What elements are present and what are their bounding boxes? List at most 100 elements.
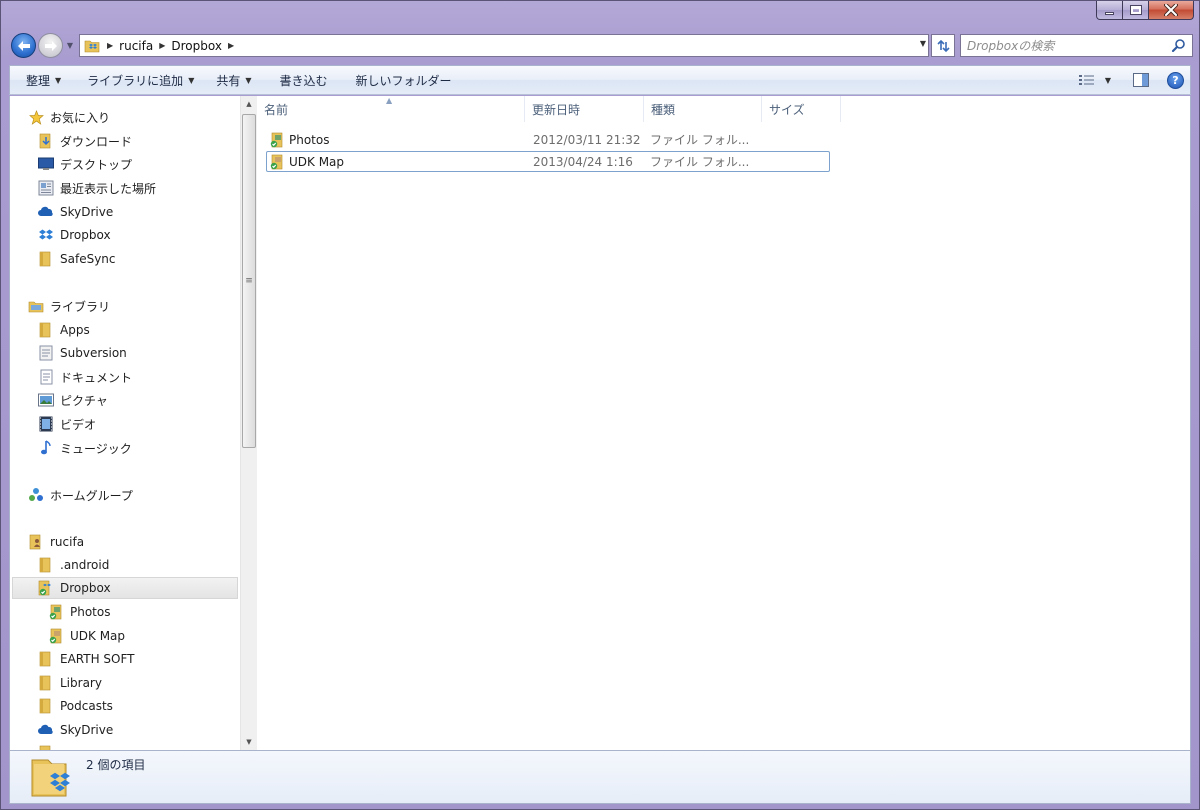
breadcrumb-dropbox[interactable]: Dropbox bbox=[171, 39, 222, 53]
nav-item-recent-places[interactable]: 最近表示した場所 bbox=[38, 177, 156, 199]
search-icon[interactable] bbox=[1170, 37, 1188, 55]
desktop-icon bbox=[38, 156, 54, 172]
downloads-folder-icon bbox=[38, 133, 54, 149]
breadcrumb-separator[interactable]: ▶ bbox=[228, 41, 234, 50]
nav-item-library[interactable]: Library bbox=[38, 672, 102, 694]
chevron-down-icon[interactable]: ▼ bbox=[1105, 76, 1111, 85]
breadcrumb-separator[interactable]: ▶ bbox=[107, 41, 113, 50]
scroll-down-arrow-icon[interactable]: ▼ bbox=[241, 734, 257, 750]
nav-item-skydrive[interactable]: SkyDrive bbox=[38, 201, 113, 223]
nav-label: Dropbox bbox=[60, 581, 111, 595]
close-icon bbox=[1164, 4, 1178, 16]
column-label: 更新日時 bbox=[532, 102, 581, 117]
nav-item-partial[interactable] bbox=[38, 742, 60, 750]
refresh-button[interactable] bbox=[931, 34, 955, 57]
nav-label: Apps bbox=[60, 323, 90, 337]
nav-item-photos[interactable]: Photos bbox=[48, 601, 110, 623]
file-row-focused[interactable]: UDK Map 2013/04/24 1:16 ファイル フォル... bbox=[266, 151, 830, 172]
maximize-button[interactable] bbox=[1123, 1, 1149, 20]
videos-icon bbox=[38, 416, 54, 432]
nav-item-udk-map[interactable]: UDK Map bbox=[48, 625, 125, 647]
nav-item-downloads[interactable]: ダウンロード bbox=[38, 130, 132, 152]
minimize-button[interactable] bbox=[1096, 1, 1123, 20]
file-list: ▲ 名前 更新日時 種類 サイズ Photos 2012/03/11 21:32… bbox=[258, 96, 1190, 750]
nav-libraries-header[interactable]: ライブラリ bbox=[28, 295, 110, 317]
back-arrow-icon bbox=[17, 40, 30, 51]
nav-label: ホームグループ bbox=[50, 488, 133, 503]
address-bar[interactable]: ▶ rucifa ▶ Dropbox ▶ ▼ bbox=[79, 34, 929, 57]
nav-item-pictures[interactable]: ピクチャ bbox=[38, 389, 108, 411]
command-bar: 整理 ▼ ライブラリに追加 ▼ 共有 ▼ 書き込む 新しいフォルダー ▼ ? bbox=[9, 65, 1191, 95]
preview-pane-button[interactable] bbox=[1133, 73, 1149, 87]
navigation-pane-scrollbar[interactable]: ▲ ≡ ▼ bbox=[240, 96, 257, 750]
synced-folder-icon bbox=[269, 132, 285, 148]
column-header-date[interactable]: 更新日時 bbox=[526, 96, 644, 122]
file-type: ファイル フォル... bbox=[650, 155, 750, 169]
file-date: 2013/04/24 1:16 bbox=[533, 154, 633, 169]
column-header-size[interactable]: サイズ bbox=[763, 96, 841, 122]
star-icon bbox=[28, 109, 44, 125]
nav-item-subversion[interactable]: Subversion bbox=[38, 342, 127, 364]
column-header-name[interactable]: 名前 bbox=[258, 96, 525, 122]
nav-label: デスクトップ bbox=[60, 157, 133, 172]
new-folder-label: 新しいフォルダー bbox=[355, 73, 452, 88]
forward-button[interactable] bbox=[38, 33, 63, 58]
nav-item-apps[interactable]: Apps bbox=[38, 319, 90, 341]
nav-user-header[interactable]: rucifa bbox=[28, 531, 84, 553]
user-folder-icon bbox=[28, 534, 44, 550]
address-dropdown-icon[interactable]: ▼ bbox=[920, 39, 926, 48]
new-folder-button[interactable]: 新しいフォルダー bbox=[346, 66, 462, 94]
change-view-button[interactable]: ▼ bbox=[1078, 74, 1111, 86]
add-to-library-menu[interactable]: ライブラリに追加 ▼ bbox=[77, 66, 204, 94]
explorer-window: ▼ ▶ rucifa ▶ Dropbox ▶ ▼ Dropboxの検索 整理 ▼… bbox=[0, 0, 1200, 810]
column-label: 名前 bbox=[264, 102, 289, 117]
help-icon[interactable]: ? bbox=[1167, 71, 1184, 89]
dropbox-icon bbox=[38, 227, 54, 243]
refresh-icon bbox=[937, 39, 950, 52]
column-header-type[interactable]: 種類 bbox=[645, 96, 762, 122]
organize-menu[interactable]: 整理 ▼ bbox=[16, 66, 71, 94]
nav-label: ダウンロード bbox=[60, 134, 133, 149]
nav-item-safesync[interactable]: SafeSync bbox=[38, 248, 116, 270]
chevron-down-icon: ▼ bbox=[55, 75, 62, 85]
file-date: 2012/03/11 21:32 bbox=[533, 132, 641, 147]
synced-folder-icon bbox=[269, 154, 285, 170]
recent-places-icon bbox=[38, 180, 54, 196]
nav-item-videos[interactable]: ビデオ bbox=[38, 413, 96, 435]
scroll-up-arrow-icon[interactable]: ▲ bbox=[241, 96, 257, 112]
recent-pages-button[interactable]: ▼ bbox=[65, 40, 75, 50]
nav-item-dropbox[interactable]: Dropbox bbox=[38, 224, 111, 246]
synced-folder-icon bbox=[48, 628, 64, 644]
nav-label: Photos bbox=[70, 605, 111, 619]
chevron-down-icon: ▼ bbox=[188, 75, 195, 85]
nav-item-desktop[interactable]: デスクトップ bbox=[38, 153, 132, 175]
nav-item-android[interactable]: .android bbox=[38, 554, 109, 576]
nav-label: ミュージック bbox=[60, 441, 132, 456]
breadcrumb-separator[interactable]: ▶ bbox=[159, 41, 165, 50]
folder-icon bbox=[38, 698, 54, 714]
nav-favorites-header[interactable]: お気に入り bbox=[28, 106, 110, 128]
nav-item-dropbox-selected[interactable]: Dropbox bbox=[12, 577, 238, 599]
skydrive-cloud-icon bbox=[38, 204, 54, 220]
search-box[interactable] bbox=[960, 34, 1193, 57]
search-input[interactable] bbox=[967, 35, 1170, 56]
nav-item-earth-soft[interactable]: EARTH SOFT bbox=[38, 648, 135, 670]
burn-button[interactable]: 書き込む bbox=[270, 66, 338, 94]
nav-homegroup[interactable]: ホームグループ bbox=[28, 484, 133, 506]
back-button[interactable] bbox=[11, 33, 36, 58]
share-label: 共有 bbox=[216, 73, 241, 88]
share-menu[interactable]: 共有 ▼ bbox=[206, 66, 261, 94]
breadcrumb-rucifa[interactable]: rucifa bbox=[119, 39, 153, 53]
scrollbar-thumb[interactable]: ≡ bbox=[242, 114, 256, 448]
preview-pane-icon bbox=[1133, 73, 1149, 87]
nav-item-music[interactable]: ミュージック bbox=[38, 437, 132, 459]
close-button[interactable] bbox=[1149, 1, 1194, 20]
nav-item-documents[interactable]: ドキュメント bbox=[38, 366, 132, 388]
nav-item-skydrive-user[interactable]: SkyDrive bbox=[38, 719, 113, 741]
pictures-icon bbox=[38, 392, 54, 408]
file-row[interactable]: Photos 2012/03/11 21:32 ファイル フォル... bbox=[266, 130, 830, 151]
nav-item-podcasts[interactable]: Podcasts bbox=[38, 695, 113, 717]
column-headers: ▲ 名前 更新日時 種類 サイズ bbox=[258, 96, 1190, 122]
nav-label: UDK Map bbox=[70, 629, 126, 643]
details-view-icon bbox=[1078, 75, 1094, 85]
